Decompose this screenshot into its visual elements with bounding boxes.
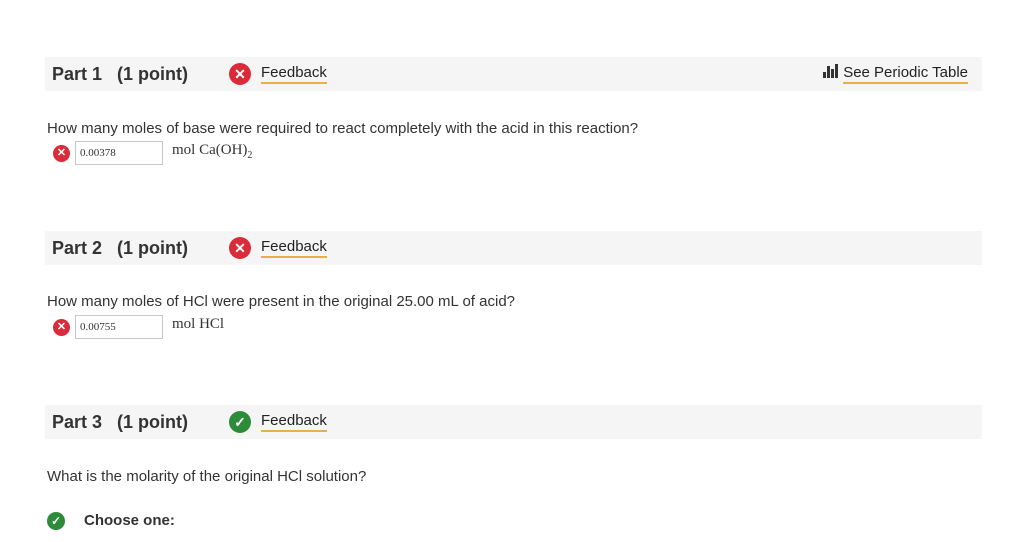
part-2-title: Part 2 (1 point) bbox=[52, 238, 189, 258]
incorrect-icon: ✕ bbox=[53, 145, 70, 162]
incorrect-icon: ✕ bbox=[229, 237, 251, 259]
part-2-header: Part 2 (1 point) ✕ Feedback bbox=[45, 231, 982, 265]
part-2-feedback-link[interactable]: Feedback bbox=[261, 231, 327, 265]
choose-one-label: Choose one: bbox=[84, 512, 175, 529]
part-1-unit: mol Ca(OH)2 bbox=[172, 142, 253, 161]
part-1-answer-input[interactable]: 0.00378 bbox=[75, 141, 163, 165]
incorrect-icon: ✕ bbox=[53, 319, 70, 336]
periodic-table-icon bbox=[823, 64, 839, 78]
part-3-header: Part 3 (1 point) ✓ Feedback bbox=[45, 405, 982, 439]
see-periodic-table-link[interactable]: See Periodic Table bbox=[823, 57, 968, 91]
part-3-feedback-link[interactable]: Feedback bbox=[261, 405, 327, 439]
part-1-title: Part 1 (1 point) bbox=[52, 64, 189, 84]
part-3-title: Part 3 (1 point) bbox=[52, 412, 189, 432]
part-3-question: What is the molarity of the original HCl… bbox=[47, 468, 367, 485]
correct-check-icon: ✓ bbox=[229, 411, 251, 433]
correct-check-icon: ✓ bbox=[47, 512, 65, 530]
part-2-question: How many moles of HCl were present in th… bbox=[47, 293, 516, 310]
incorrect-icon: ✕ bbox=[229, 63, 251, 85]
part-1-feedback-link[interactable]: Feedback bbox=[261, 57, 327, 91]
part-1-question: How many moles of base were required to … bbox=[47, 120, 639, 137]
part-2-answer-input[interactable]: 0.00755 bbox=[75, 315, 163, 339]
part-1-header: Part 1 (1 point) ✕ Feedback See Periodic… bbox=[45, 57, 982, 91]
part-2-unit: mol HCl bbox=[172, 316, 225, 332]
